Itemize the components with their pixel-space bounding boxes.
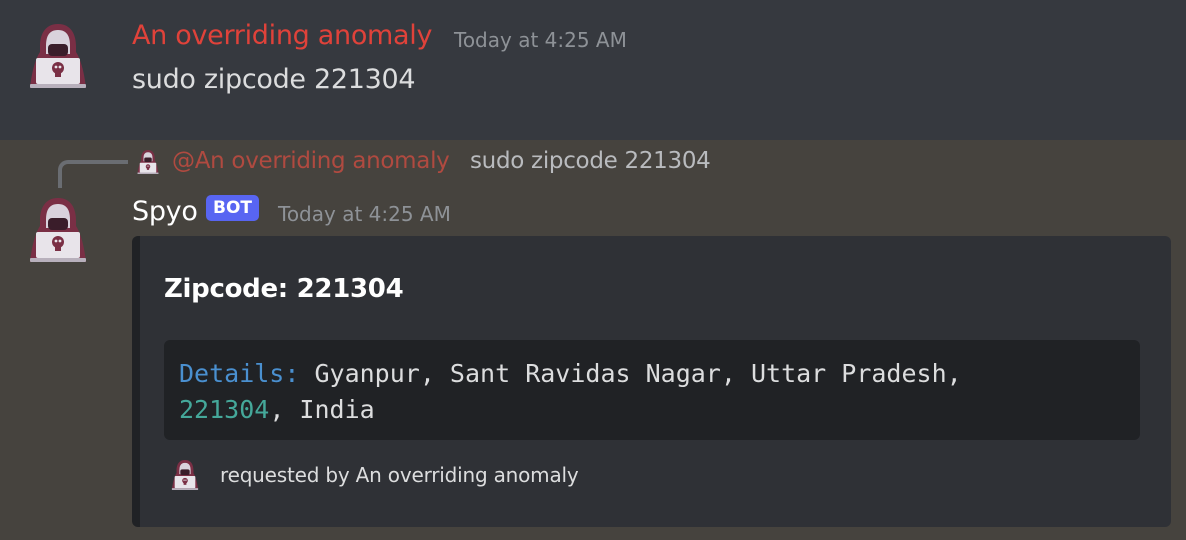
- bot-badge: BOT: [206, 195, 260, 221]
- message-group-bot: @An overriding anomaly sudo zipcode 2213…: [0, 140, 1186, 540]
- embed-title: Zipcode: 221304: [164, 274, 404, 304]
- hacker-avatar-icon[interactable]: [26, 196, 90, 264]
- reply-mention[interactable]: @An overriding anomaly: [172, 148, 450, 174]
- code-number: 221304: [179, 395, 270, 424]
- footer-avatar-icon: [170, 458, 200, 492]
- code-line: 221304, India: [179, 392, 1125, 428]
- message-content: sudo zipcode 221304: [132, 64, 416, 95]
- message-timestamp: Today at 4:25 AM: [278, 202, 451, 226]
- code-line: Details: Gyanpur, Sant Ravidas Nagar, Ut…: [179, 356, 1125, 392]
- code-value: Gyanpur, Sant Ravidas Nagar, Uttar Prade…: [299, 359, 962, 388]
- embed-footer: requested by An overriding anomaly: [220, 463, 579, 487]
- code-key: Details:: [179, 359, 300, 388]
- reply-connector: [58, 160, 128, 188]
- code-value: , India: [269, 395, 375, 424]
- message-author[interactable]: Spyo: [132, 196, 198, 227]
- message-group-user: An overriding anomaly Today at 4:25 AM s…: [0, 0, 1186, 140]
- reply-avatar-icon[interactable]: [136, 148, 160, 176]
- hacker-avatar-icon[interactable]: [26, 22, 90, 90]
- message-author[interactable]: An overriding anomaly: [132, 20, 432, 51]
- message-timestamp: Today at 4:25 AM: [454, 28, 627, 52]
- reply-preview-text[interactable]: sudo zipcode 221304: [470, 148, 711, 174]
- embed: Zipcode: 221304 Details: Gyanpur, Sant R…: [132, 236, 1171, 527]
- code-block: Details: Gyanpur, Sant Ravidas Nagar, Ut…: [164, 340, 1140, 440]
